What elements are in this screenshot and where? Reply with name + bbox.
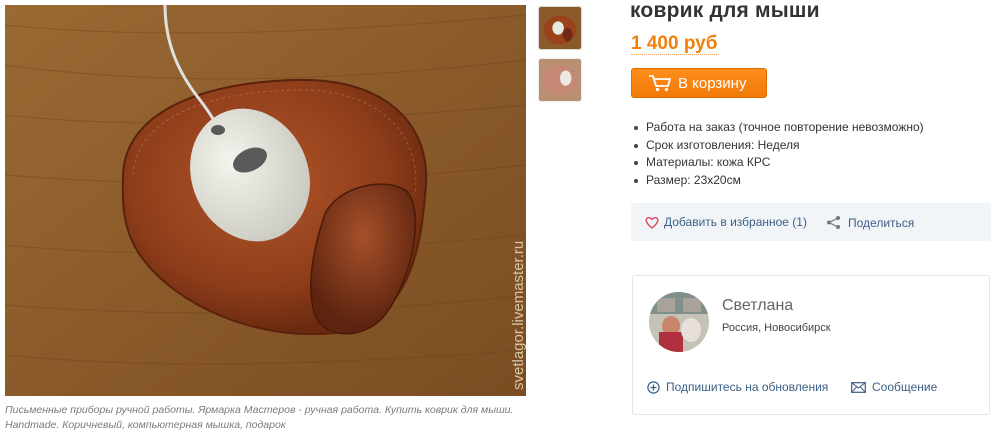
add-to-cart-label: В корзину	[678, 74, 747, 92]
product-main-photo[interactable]: svetlagor.livemaster.ru	[5, 5, 526, 396]
feature-item: Работа на заказ (точное повторение невоз…	[633, 119, 924, 137]
photo-watermark: svetlagor.livemaster.ru	[510, 241, 526, 390]
seller-card: Светлана Россия, Новосибирск Подпишитесь…	[632, 275, 990, 415]
price-underline	[631, 54, 719, 55]
feature-item: Срок изготовления: Неделя	[633, 137, 924, 155]
seller-avatar[interactable]	[649, 292, 709, 352]
plus-circle-icon	[647, 380, 660, 394]
seller-location: Россия, Новосибирск	[722, 322, 831, 334]
feature-item: Материалы: кожа КРС	[633, 154, 924, 172]
photo-caption: Письменные приборы ручной работы. Ярмарк…	[5, 404, 514, 431]
heart-icon	[645, 216, 659, 229]
add-to-cart-button[interactable]: В корзину	[631, 68, 767, 98]
subscribe-label: Подпишитесь на обновления	[666, 380, 829, 394]
envelope-icon	[851, 381, 866, 393]
feature-item: Размер: 23х20см	[633, 172, 924, 190]
share-link[interactable]: Поделиться	[826, 215, 914, 230]
message-label: Сообщение	[872, 380, 938, 394]
share-icon	[826, 215, 841, 230]
product-title: коврик для мыши	[630, 0, 820, 22]
shopping-cart-icon	[648, 74, 672, 92]
product-price: 1 400 руб	[631, 33, 718, 54]
product-action-bar: Добавить в избранное (1) Поделиться	[631, 203, 991, 241]
add-to-favorites-label: Добавить в избранное (1)	[664, 215, 807, 229]
seller-name[interactable]: Светлана	[722, 297, 793, 315]
thumbnail-1[interactable]	[538, 6, 582, 50]
product-features-list: Работа на заказ (точное повторение невоз…	[633, 119, 924, 189]
share-label: Поделиться	[848, 215, 915, 230]
thumbnail-2[interactable]	[538, 58, 582, 102]
add-to-favorites-link[interactable]: Добавить в избранное (1)	[645, 215, 807, 229]
subscribe-link[interactable]: Подпишитесь на обновления	[647, 380, 828, 394]
message-link[interactable]: Сообщение	[851, 380, 937, 394]
